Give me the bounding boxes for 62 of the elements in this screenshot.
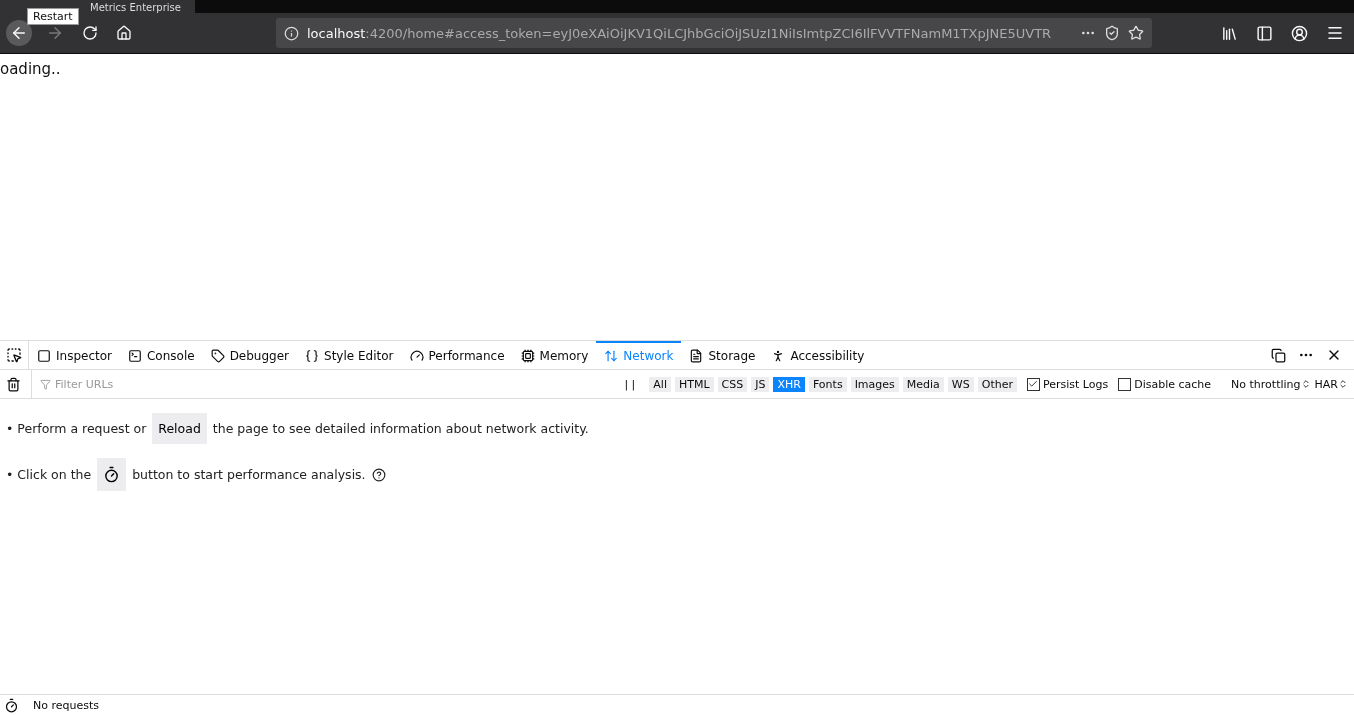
devtools-tab[interactable]: Accessibility: [763, 341, 873, 369]
picker-icon[interactable]: [6, 347, 22, 363]
forward-icon[interactable]: [46, 24, 64, 42]
hint-text: • Click on the: [6, 467, 92, 482]
tooltip: Restart: [27, 8, 79, 25]
tab-title: Metrics Enterprise: [90, 2, 181, 13]
filter-icon: [40, 378, 51, 390]
devtools-tab[interactable]: Console: [120, 341, 203, 369]
har-menu[interactable]: HAR: [1314, 377, 1348, 391]
library-icon[interactable]: [1221, 24, 1238, 42]
tag-icon: [210, 349, 225, 363]
address-bar[interactable]: localhost:4200/home#access_token=eyJ0eXAiOiJKV1QiLCJhbGciOiJSUzI1NiIsImtpZCI6IlFVVTFNamM1TXpJNE5UVTR: [276, 18, 1152, 48]
devtools-tab[interactable]: Style Editor: [297, 341, 402, 369]
reload-button[interactable]: Reload: [152, 413, 207, 444]
performance-button[interactable]: [97, 458, 127, 491]
stopwatch-icon[interactable]: [4, 697, 19, 713]
type-filter-button[interactable]: XHR: [773, 376, 805, 392]
devtools-tab[interactable]: Debugger: [202, 341, 298, 369]
type-filter-button[interactable]: CSS: [717, 376, 748, 392]
document-icon: [689, 349, 704, 363]
hint-text: • Perform a request or: [6, 421, 147, 436]
type-filter-button[interactable]: Media: [902, 376, 944, 392]
type-filter-button[interactable]: All: [649, 376, 671, 392]
braces-icon: [305, 349, 320, 363]
trash-icon[interactable]: [6, 376, 21, 392]
hint-text: button to start performance analysis.: [132, 467, 366, 482]
account-icon[interactable]: [1291, 24, 1308, 42]
updown-icon: [1300, 379, 1311, 389]
shield-icon[interactable]: [1104, 25, 1120, 41]
type-filter-button[interactable]: JS: [751, 376, 770, 392]
arrows-icon: [604, 349, 619, 363]
home-icon[interactable]: [116, 25, 132, 41]
type-filter-button[interactable]: Other: [977, 376, 1017, 392]
option-checkbox[interactable]: Disable cache: [1118, 377, 1212, 391]
loading-text: oading..: [0, 60, 61, 78]
console-icon: [128, 349, 142, 363]
option-checkbox[interactable]: Persist Logs: [1026, 377, 1109, 391]
type-filter-button[interactable]: Images: [850, 376, 899, 392]
status-text: No requests: [33, 698, 99, 712]
devtools-tab[interactable]: Network: [596, 341, 682, 369]
type-filter-button[interactable]: HTML: [674, 376, 714, 392]
sidebar-icon[interactable]: [1256, 24, 1273, 42]
check-icon: [1028, 379, 1039, 389]
info-icon: [284, 25, 299, 41]
throttling-select[interactable]: No throttling: [1231, 377, 1311, 391]
updown-icon: [1338, 379, 1348, 389]
reload-icon[interactable]: [82, 25, 98, 41]
url-text: localhost:4200/home#access_token=eyJ0eXAiOiJKV1QiLCJhbGciOiJSUzI1NiIsImtpZCI6IlFVVTFNamM1TXpJNE5UVTR: [307, 25, 1053, 41]
dock-icon[interactable]: [1271, 347, 1286, 363]
type-filter-button[interactable]: WS: [947, 376, 974, 392]
devtools-tab[interactable]: Inspector: [29, 341, 120, 369]
stopwatch-icon: [103, 466, 121, 483]
devtools-tab[interactable]: Storage: [681, 341, 764, 369]
type-filter-button[interactable]: Fonts: [808, 376, 847, 392]
hint-text: the page to see detailed information about network activity.: [212, 421, 589, 436]
pause-button[interactable]: | |: [614, 377, 646, 391]
help-icon[interactable]: [371, 467, 386, 482]
devtools-tab[interactable]: Memory: [512, 341, 597, 369]
menu-icon[interactable]: [1326, 24, 1344, 42]
star-icon[interactable]: [1128, 25, 1144, 41]
gauge-icon: [409, 349, 424, 363]
devtools-tab[interactable]: Performance: [401, 341, 513, 369]
